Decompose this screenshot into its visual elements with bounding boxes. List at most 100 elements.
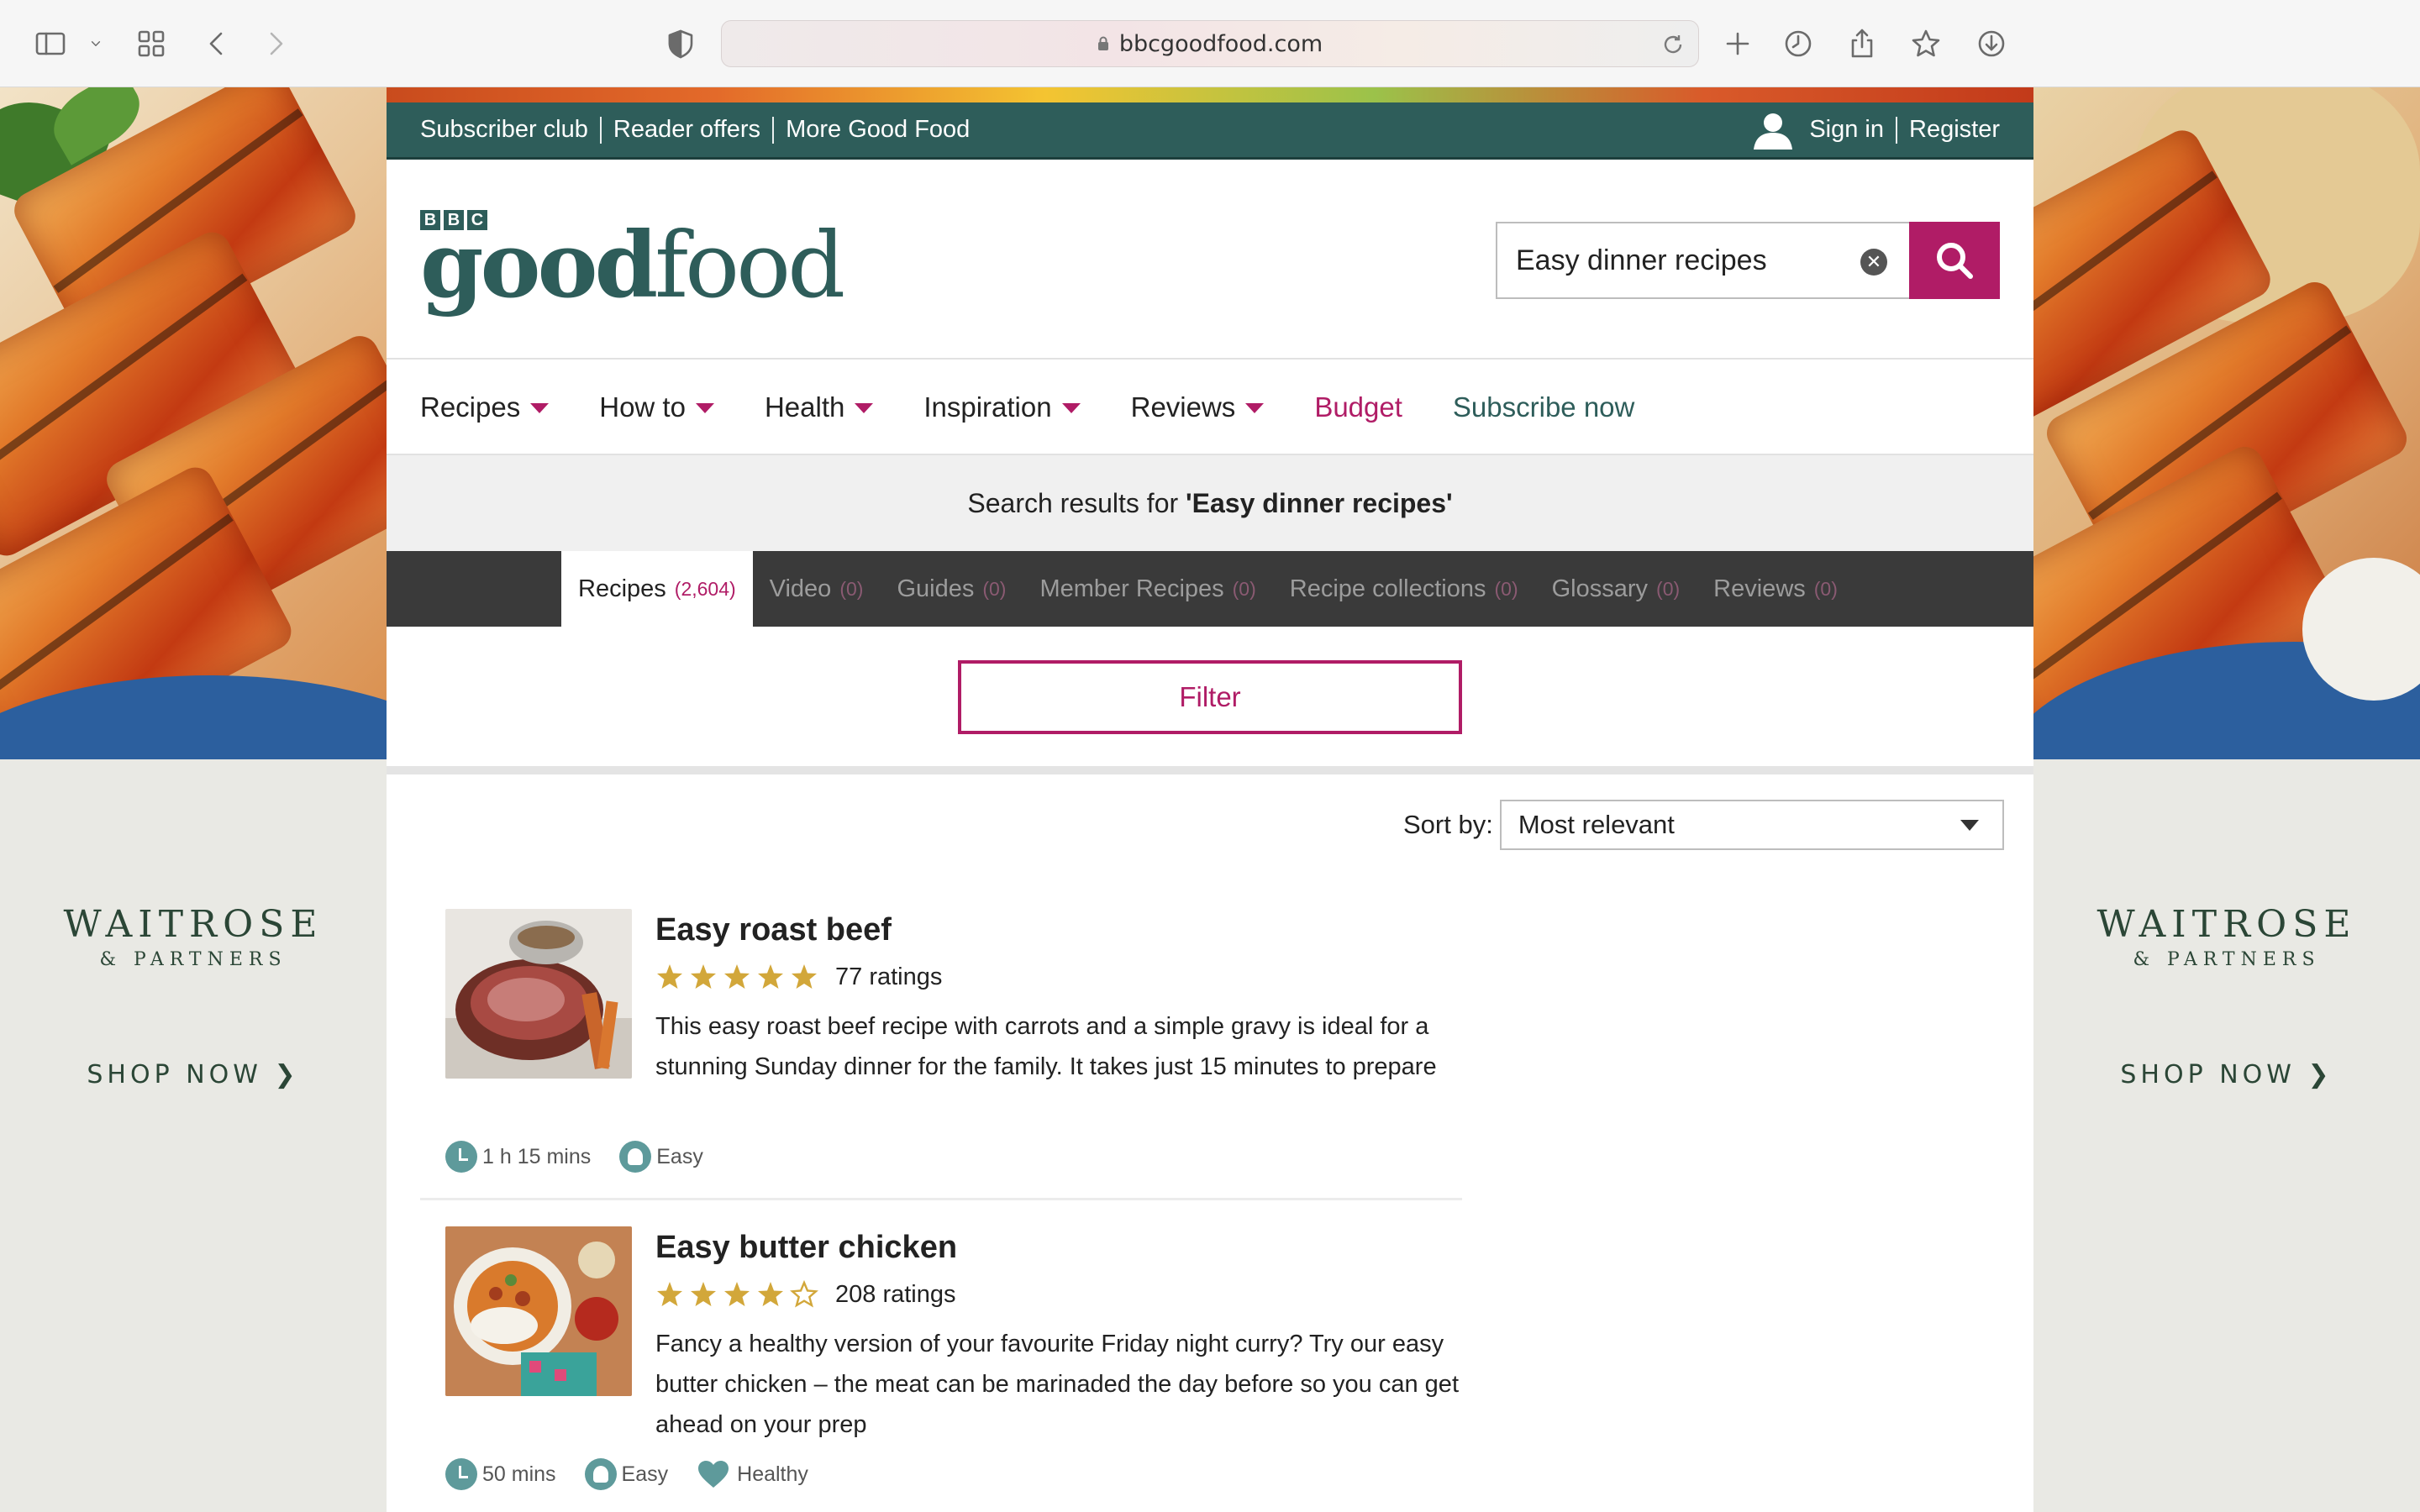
tab-reviews[interactable]: Reviews (0)	[1697, 551, 1854, 627]
bookmark-star-icon[interactable]	[1907, 25, 1944, 62]
more-good-food-link[interactable]: More Good Food	[786, 116, 970, 144]
tab-recipe-collections[interactable]: Recipe collections (0)	[1273, 551, 1535, 627]
ad-shop-now-right[interactable]: SHOP NOW ❯	[2033, 1060, 2420, 1089]
clock-icon	[445, 1458, 477, 1490]
downloads-icon[interactable]	[1973, 25, 2010, 62]
star-full-icon	[792, 964, 817, 989]
recipe-thumbnail-roast-beef[interactable]	[445, 909, 632, 1079]
nav-label: How to	[599, 391, 686, 423]
clear-search-icon[interactable]: ✕	[1860, 249, 1887, 276]
results-prefix: Search results for	[967, 488, 1186, 518]
url-text: bbcgoodfood.com	[1118, 30, 1323, 57]
tab-count: (0)	[1656, 577, 1681, 600]
subscriber-club-link[interactable]: Subscriber club	[420, 116, 588, 144]
divider	[1896, 116, 1897, 144]
caret-down-icon	[695, 403, 714, 413]
tab-count: (0)	[1494, 577, 1518, 600]
recipe-title[interactable]: Easy roast beef	[655, 912, 892, 948]
recipe-thumbnail-butter-chicken[interactable]	[445, 1226, 632, 1396]
tab-count: (0)	[1813, 577, 1838, 600]
sign-in-link[interactable]: Sign in	[1809, 116, 1884, 144]
divider	[772, 116, 775, 144]
caret-down-icon	[530, 403, 550, 413]
difficulty-label: Easy	[656, 1144, 703, 1168]
address-bar[interactable]: bbcgoodfood.com	[721, 20, 1699, 67]
sort-label: Sort by:	[1403, 810, 1493, 839]
bbc-goodfood-logo[interactable]: B B C goodfood	[420, 210, 845, 312]
ad-food-image-right[interactable]	[2033, 87, 2420, 759]
filter-button[interactable]: Filter	[958, 660, 1462, 734]
star-full-icon	[691, 1282, 716, 1306]
nav-subscribe-now[interactable]: Subscribe now	[1453, 391, 1634, 423]
reload-icon[interactable]	[1660, 31, 1686, 58]
ratings-count: 77 ratings	[835, 963, 943, 990]
tab-count: (0)	[982, 577, 1007, 600]
search-input[interactable]	[1516, 244, 1852, 277]
recipe-title[interactable]: Easy butter chicken	[655, 1230, 957, 1266]
star-full-icon	[758, 1282, 783, 1306]
difficulty-label: Easy	[621, 1462, 669, 1486]
difficulty: Easy	[619, 1141, 703, 1173]
nav-health[interactable]: Health	[764, 391, 874, 423]
star-full-icon	[724, 1282, 750, 1306]
nav-label: Health	[764, 391, 845, 423]
nav-label: Recipes	[420, 391, 521, 423]
ad-shop-now-left[interactable]: SHOP NOW ❯	[0, 1060, 387, 1089]
nav-how-to[interactable]: How to	[599, 391, 714, 423]
divider	[599, 116, 602, 144]
chevron-down-icon[interactable]	[79, 25, 113, 62]
tab-member-recipes[interactable]: Member Recipes (0)	[1023, 551, 1272, 627]
chevron-right-icon: ❯	[2307, 1060, 2333, 1089]
tab-guides[interactable]: Guides (0)	[880, 551, 1023, 627]
ad-brand-left[interactable]: WAITROSE & PARTNERS	[0, 903, 387, 970]
tab-overview-icon[interactable]	[133, 25, 170, 62]
sort-value: Most relevant	[1518, 810, 1675, 839]
back-icon[interactable]	[198, 25, 235, 62]
cook-time: 50 mins	[445, 1458, 556, 1490]
search-input-wrap: ✕	[1496, 222, 1909, 299]
sidebar-toggle-icon[interactable]	[32, 25, 69, 62]
nav-inspiration[interactable]: Inspiration	[923, 391, 1081, 423]
star-full-icon	[724, 964, 750, 989]
ad-brand-right[interactable]: WAITROSE & PARTNERS	[2033, 903, 2420, 970]
tab-label: Video	[769, 575, 832, 602]
ad-food-image-left[interactable]	[0, 87, 387, 759]
chef-hat-icon	[619, 1141, 652, 1173]
nav-reviews[interactable]: Reviews	[1131, 391, 1265, 423]
ratings-count: 208 ratings	[835, 1280, 956, 1308]
ad-brand-name: WAITROSE	[2096, 903, 2357, 946]
tab-count: (0)	[1232, 577, 1256, 600]
ad-brand-sub: & PARTNERS	[2133, 949, 2321, 970]
tab-label: Member Recipes	[1039, 575, 1224, 602]
tab-video[interactable]: Video (0)	[753, 551, 881, 627]
search-icon	[1937, 243, 1973, 279]
recipe-rating: 77 ratings	[655, 963, 942, 991]
ad-cta-label: SHOP NOW	[87, 1060, 262, 1089]
search-results-heading: Search results for 'Easy dinner recipes'	[387, 455, 2033, 551]
logo-wordmark: goodfood	[420, 220, 845, 312]
share-icon[interactable]	[1844, 25, 1881, 62]
tab-count: (2,604)	[674, 577, 736, 600]
forward-icon[interactable]	[257, 25, 294, 62]
history-icon[interactable]	[1780, 25, 1817, 62]
nav-budget[interactable]: Budget	[1314, 391, 1402, 423]
recipe-description: This easy roast beef recipe with carrots…	[655, 1013, 1437, 1080]
tab-count: (0)	[839, 577, 864, 600]
user-icon[interactable]	[1752, 111, 1794, 150]
new-tab-icon[interactable]	[1719, 25, 1756, 62]
sort-select[interactable]: Most relevant	[1499, 800, 2004, 850]
nav-recipes[interactable]: Recipes	[420, 391, 550, 423]
tab-glossary[interactable]: Glossary (0)	[1535, 551, 1697, 627]
results-query: 'Easy dinner recipes'	[1186, 488, 1453, 518]
search-button[interactable]	[1909, 222, 2000, 299]
register-link[interactable]: Register	[1909, 116, 2000, 144]
tab-recipes[interactable]: Recipes (2,604)	[561, 551, 753, 627]
recipe-meta: 1 h 15 mins Easy	[445, 1141, 732, 1173]
ad-brand-name: WAITROSE	[63, 903, 324, 946]
star-full-icon	[691, 964, 716, 989]
reader-offers-link[interactable]: Reader offers	[613, 116, 760, 144]
star-empty-icon	[790, 1280, 818, 1308]
difficulty: Easy	[584, 1458, 669, 1490]
privacy-shield-icon[interactable]	[662, 25, 699, 62]
ad-top-strip	[387, 87, 2033, 102]
